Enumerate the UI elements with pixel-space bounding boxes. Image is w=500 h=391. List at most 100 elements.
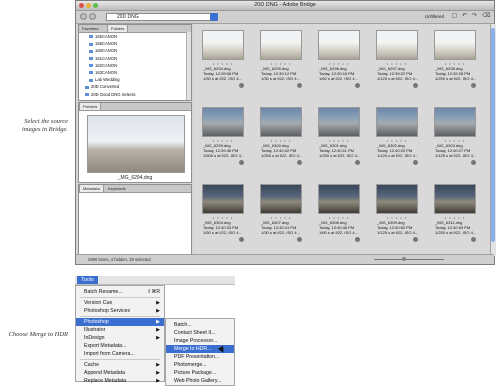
- photoshop-submenu-item[interactable]: Picture Package...: [166, 369, 234, 377]
- thumbnail-meta: _MG_6311.dng Today, 12:40:59 PM 1/250 s at…: [435, 220, 476, 235]
- path-dropdown-icon[interactable]: [210, 13, 218, 21]
- thumbnail-meta: _MG_6302.dng Today, 12:40:20 PM 1/125 s at…: [377, 143, 418, 158]
- new-folder-icon[interactable]: ▢: [451, 13, 458, 20]
- menu-separator: [80, 316, 160, 317]
- thumbnail[interactable]: • • • • • _MG_6307.dng Today, 12:40:41 PM 1…: [258, 182, 304, 252]
- rotate-right-icon[interactable]: ↷: [471, 13, 478, 20]
- folder-icon: [89, 78, 93, 82]
- thumbnail-info: 1/60 s at f/22, ISO 4...: [319, 76, 358, 81]
- thumbnail-info: 1/30 s at f/22, ISO 4...: [261, 230, 300, 235]
- folders-panel: Favorites Folders 155CANON 156CANON 160CAN…: [78, 24, 192, 101]
- tab-metadata[interactable]: Metadata: [79, 185, 104, 192]
- back-button[interactable]: [80, 13, 87, 20]
- thumbnail[interactable]: • • • • • _MG_6304.dng Today, 12:40:33 PM 1…: [200, 182, 246, 252]
- tools-menu-item-label: Import from Camera...: [84, 351, 135, 357]
- tools-menu-item[interactable]: Photoshop ▶: [76, 318, 164, 326]
- folder-item[interactable]: 160CANON: [89, 48, 117, 53]
- thumbnail-info: 1/125 s at f/22, ISO 4...: [377, 76, 419, 81]
- photoshop-submenu-item[interactable]: Photomerge...: [166, 361, 234, 369]
- thumbnail[interactable]: • • • • • _MG_6300.dng Today, 12:40:02 PM 1…: [258, 105, 304, 175]
- thumbnail[interactable]: • • • • • _MG_6301.dng Today, 12:40:11 PM 1…: [316, 105, 362, 175]
- submenu-arrow-icon: ▶: [156, 319, 160, 325]
- thumbnail-info: 1/250 s at f/22, ISO 4...: [435, 76, 477, 81]
- content-scrollbar[interactable]: [490, 24, 496, 256]
- camera-raw-badge-icon: [297, 160, 302, 165]
- tools-menu-item[interactable]: Replace Metadata ▶: [76, 377, 164, 385]
- path-selector[interactable]: 20D DNG: [106, 13, 218, 21]
- tab-folders[interactable]: Folders: [107, 25, 129, 32]
- thumbnail[interactable]: • • • • • _MG_6296.dng Today, 12:39:16 PM 1…: [316, 28, 362, 98]
- rotate-left-icon[interactable]: ↶: [461, 13, 468, 20]
- menu-tools[interactable]: Tools: [77, 276, 98, 284]
- thumbnail-info: 1/30 s at f/22, ISO 4...: [261, 76, 300, 81]
- tab-keywords[interactable]: Keywords: [105, 185, 129, 192]
- tools-menu-item[interactable]: InDesign ▶: [76, 334, 164, 342]
- thumbnail-size-slider[interactable]: [374, 257, 444, 261]
- folder-item[interactable]: 162CANON: [89, 63, 117, 68]
- content-scroll-thumb[interactable]: [491, 28, 495, 242]
- trash-icon[interactable]: ⌫: [482, 13, 490, 20]
- folder-item[interactable]: 161CANON: [89, 56, 117, 61]
- folder-item[interactable]: 20D Good DNG Selects: [85, 92, 135, 97]
- thumbnail-meta: _MG_6298.dng Today, 12:39:28 PM 1/250 s at…: [435, 66, 476, 81]
- folder-item[interactable]: 156CANON: [89, 41, 117, 46]
- folder-item[interactable]: 163CANON: [89, 70, 117, 75]
- tools-menu-item[interactable]: Append Metadata ▶: [76, 369, 164, 377]
- tools-menu-item[interactable]: Version Cue ▶: [76, 299, 164, 307]
- camera-raw-badge-icon: [413, 83, 418, 88]
- photoshop-submenu-item[interactable]: Contact Sheet II...: [166, 329, 234, 337]
- folder-icon: [89, 35, 93, 39]
- tools-menu-item-label: Version Cue: [84, 300, 113, 306]
- photoshop-submenu-item[interactable]: Batch...: [166, 321, 234, 329]
- thumbnail[interactable]: • • • • • _MG_6302.dng Today, 12:40:20 PM 1…: [374, 105, 420, 175]
- filter-label[interactable]: Unfiltered: [425, 14, 444, 19]
- camera-raw-badge-icon: [239, 83, 244, 88]
- thumbnail-size-knob[interactable]: [402, 257, 406, 261]
- thumbnail-meta: _MG_6304.dng Today, 12:40:33 PM 1/50 s at …: [203, 220, 242, 235]
- camera-raw-badge-icon: [297, 83, 302, 88]
- folder-label: 155CANON: [95, 34, 118, 39]
- camera-raw-badge-icon: [355, 237, 360, 242]
- tools-menu-item[interactable]: Illustrator ▶: [76, 326, 164, 334]
- thumbnail[interactable]: • • • • • _MG_6297.dng Today, 12:39:22 PM 1…: [374, 28, 420, 98]
- thumbnail-info: 1/250 s at f/22, ISO 4...: [435, 230, 477, 235]
- submenu-arrow-icon: ▶: [156, 308, 160, 314]
- tools-menu: Batch Rename... ⇧⌘R Version Cue ▶ Photoshop …: [75, 285, 165, 385]
- thumbnail[interactable]: • • • • • _MG_6298.dng Today, 12:39:28 PM 1…: [432, 28, 478, 98]
- tools-menu-item[interactable]: Batch Rename... ⇧⌘R: [76, 288, 164, 296]
- camera-raw-badge-icon: [471, 160, 476, 165]
- folders-scrollbar[interactable]: [186, 32, 191, 100]
- folder-item[interactable]: 155CANON: [89, 34, 117, 39]
- tools-menu-item[interactable]: Photoshop Services ▶: [76, 307, 164, 315]
- folder-icon: [89, 49, 93, 53]
- tab-favorites[interactable]: Favorites: [79, 25, 101, 32]
- tools-menu-item[interactable]: Export Metadata...: [76, 342, 164, 350]
- folder-item[interactable]: Lab Wedding: [89, 77, 120, 82]
- thumbnail[interactable]: • • • • • _MG_6308.dng Today, 12:40:48 PM 1…: [316, 182, 362, 252]
- thumbnail[interactable]: • • • • • _MG_6299.dng Today, 12:39:36 PM 1…: [200, 105, 246, 175]
- submenu-arrow-icon: ▶: [156, 362, 160, 368]
- tools-menu-item-label: Batch Rename...: [84, 289, 123, 295]
- thumbnail[interactable]: • • • • • _MG_6311.dng Today, 12:40:59 PM 1…: [432, 182, 478, 252]
- tools-menu-item-label: InDesign: [84, 335, 105, 341]
- forward-button[interactable]: [89, 13, 96, 20]
- folder-item[interactable]: 20D Converted: [85, 84, 119, 89]
- folder-icon: [89, 64, 93, 68]
- tools-menu-item[interactable]: Import from Camera...: [76, 350, 164, 358]
- thumbnail[interactable]: • • • • • _MG_6295.dng Today, 12:39:12 PM 1…: [258, 28, 304, 98]
- photoshop-submenu-item[interactable]: Web Photo Gallery...: [166, 377, 234, 385]
- menu-separator: [80, 359, 160, 360]
- tools-menu-item[interactable]: Cache ▶: [76, 361, 164, 369]
- menu-shortcut: ⇧⌘R: [147, 289, 160, 295]
- thumbnail[interactable]: • • • • • _MG_6309.dng Today, 12:40:52 PM 1…: [374, 182, 420, 252]
- photoshop-submenu-item[interactable]: PDF Presentation...: [166, 353, 234, 361]
- thumbnail-image: [202, 184, 244, 214]
- camera-raw-badge-icon: [239, 160, 244, 165]
- thumbnail[interactable]: • • • • • _MG_6294.dng Today, 12:39:06 PM 1…: [200, 28, 246, 98]
- thumbnail[interactable]: • • • • • _MG_6303.dng Today, 12:40:27 PM 1…: [432, 105, 478, 175]
- thumbnail-info: 1/50 s at f/22, ISO 4...: [203, 76, 242, 81]
- content-grid: • • • • • _MG_6294.dng Today, 12:39:06 PM 1…: [194, 24, 490, 256]
- tab-preview[interactable]: Preview: [79, 103, 102, 110]
- photoshop-submenu-item[interactable]: Image Processor...: [166, 337, 234, 345]
- path-label: 20D DNG: [117, 14, 139, 20]
